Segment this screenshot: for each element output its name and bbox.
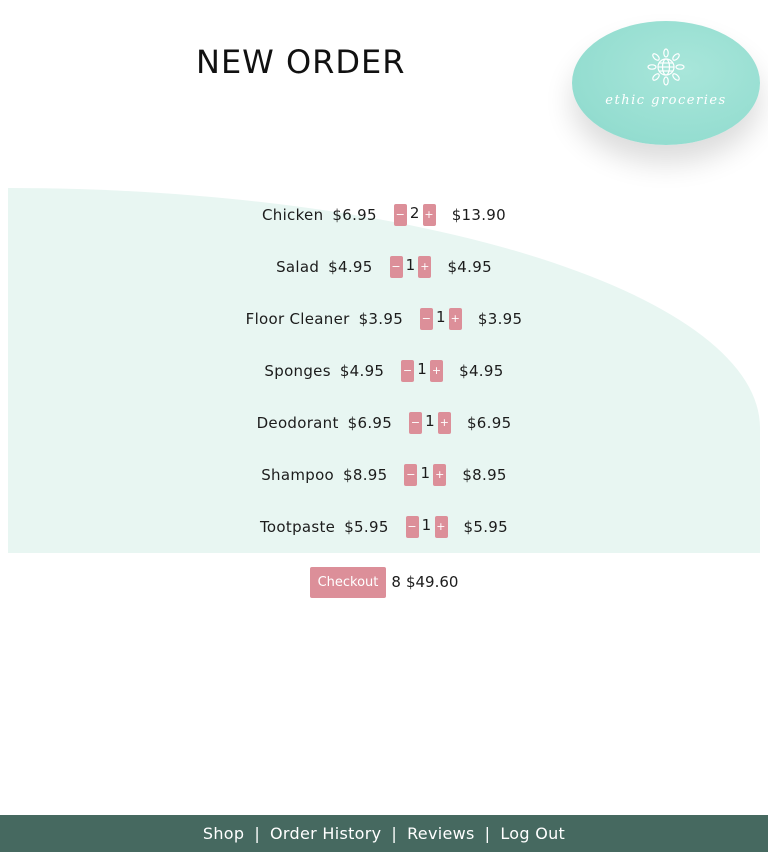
nav-link-reviews[interactable]: Reviews bbox=[407, 824, 475, 843]
item-subtotal: $4.95 bbox=[459, 362, 504, 380]
item-name: Salad bbox=[276, 258, 320, 276]
item-price: $4.95 bbox=[328, 258, 373, 276]
item-subtotal: $3.95 bbox=[477, 310, 523, 328]
order-item-row: Tootpaste $5.95 − 1 + $5.95 bbox=[8, 515, 760, 539]
item-subtotal: $6.95 bbox=[466, 414, 512, 432]
item-name: Floor Cleaner bbox=[245, 310, 350, 328]
order-item-row: Deodorant $6.95 − 1 + $6.95 bbox=[8, 411, 760, 435]
order-item-row: Chicken $6.95 − 2 + $13.90 bbox=[8, 203, 760, 227]
item-quantity: 1 bbox=[425, 412, 435, 430]
increase-quantity-button[interactable]: + bbox=[448, 308, 462, 330]
nav-link-log-out[interactable]: Log Out bbox=[500, 824, 565, 843]
item-price: $6.95 bbox=[332, 206, 377, 224]
order-item-row: Floor Cleaner $3.95 − 1 + $3.95 bbox=[8, 307, 760, 331]
nav-separator: | bbox=[254, 824, 261, 843]
item-subtotal: $4.95 bbox=[447, 258, 492, 276]
item-name: Sponges bbox=[264, 362, 331, 380]
item-price: $3.95 bbox=[358, 310, 404, 328]
item-name: Chicken bbox=[262, 206, 324, 224]
brand-logo: ethic groceries bbox=[572, 21, 760, 145]
order-item-row: Sponges $4.95 − 1 + $4.95 bbox=[8, 359, 760, 383]
decrease-quantity-button[interactable]: − bbox=[420, 308, 434, 330]
item-price: $8.95 bbox=[343, 466, 388, 484]
item-subtotal: $13.90 bbox=[451, 206, 506, 224]
item-subtotal: $5.95 bbox=[463, 518, 508, 536]
item-price: $5.95 bbox=[344, 518, 389, 536]
increase-quantity-button[interactable]: + bbox=[433, 464, 447, 486]
page-title: NEW ORDER bbox=[196, 43, 406, 82]
logo-text: ethic groceries bbox=[605, 93, 727, 108]
globe-sunflower-icon bbox=[647, 48, 685, 86]
item-quantity: 2 bbox=[409, 204, 420, 222]
footer-nav: Shop | Order History | Reviews | Log Out bbox=[0, 815, 768, 852]
decrease-quantity-button[interactable]: − bbox=[393, 204, 407, 226]
item-quantity: 1 bbox=[405, 256, 416, 274]
increase-quantity-button[interactable]: + bbox=[430, 360, 444, 382]
item-quantity: 1 bbox=[421, 516, 432, 534]
increase-quantity-button[interactable]: + bbox=[422, 204, 436, 226]
decrease-quantity-button[interactable]: − bbox=[409, 412, 423, 434]
checkout-button[interactable]: Checkout bbox=[309, 566, 387, 598]
item-price: $4.95 bbox=[339, 362, 385, 380]
decrease-quantity-button[interactable]: − bbox=[401, 360, 415, 382]
item-name: Tootpaste bbox=[260, 518, 336, 536]
decrease-quantity-button[interactable]: − bbox=[404, 464, 418, 486]
nav-link-order-history[interactable]: Order History bbox=[270, 824, 381, 843]
decrease-quantity-button[interactable]: − bbox=[405, 516, 419, 538]
nav-separator: | bbox=[484, 824, 491, 843]
nav-separator: | bbox=[391, 824, 398, 843]
item-quantity: 1 bbox=[436, 308, 446, 326]
item-quantity: 1 bbox=[417, 360, 428, 378]
increase-quantity-button[interactable]: + bbox=[434, 516, 448, 538]
item-name: Shampoo bbox=[261, 466, 335, 484]
item-name: Deodorant bbox=[256, 414, 339, 432]
increase-quantity-button[interactable]: + bbox=[437, 412, 451, 434]
order-total: $49.60 bbox=[405, 573, 459, 591]
order-item-row: Salad $4.95 − 1 + $4.95 bbox=[8, 255, 760, 279]
order-item-row: Shampoo $8.95 − 1 + $8.95 bbox=[8, 463, 760, 487]
item-quantity: 1 bbox=[420, 464, 431, 482]
increase-quantity-button[interactable]: + bbox=[418, 256, 432, 278]
item-subtotal: $8.95 bbox=[462, 466, 507, 484]
total-item-count: 8 bbox=[391, 573, 401, 591]
checkout-bar: Checkout 8 $49.60 bbox=[0, 566, 768, 598]
nav-link-shop[interactable]: Shop bbox=[203, 824, 244, 843]
decrease-quantity-button[interactable]: − bbox=[389, 256, 403, 278]
item-price: $6.95 bbox=[347, 414, 393, 432]
